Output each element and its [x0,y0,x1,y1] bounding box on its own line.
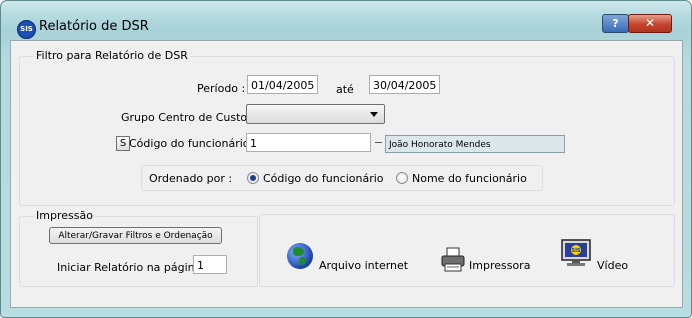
iniciar-pagina-label: Iniciar Relatório na página: [57,261,206,274]
codigo-funcionario-label: Código do funcionário : [129,137,257,150]
output-group [259,214,675,287]
monitor-icon[interactable]: SIS [561,239,591,267]
periodo-label: Período : [197,82,246,95]
order-by-code-radio[interactable] [247,172,259,184]
order-by-code-label[interactable]: Código do funcionário [263,172,384,185]
grupo-centro-custo-label: Grupo Centro de Custo : [121,111,255,124]
impressao-group-title: Impressão [34,209,95,222]
employee-name-display: João Honorato Mendes [385,135,565,153]
arquivo-internet-label[interactable]: Arquivo internet [319,259,408,272]
printer-icon[interactable] [440,247,466,273]
alterar-gravar-button[interactable]: Alterar/Gravar Filtros e Ordenação [49,227,222,244]
order-by-name-label[interactable]: Nome do funcionário [412,172,527,185]
order-by-name-radio[interactable] [396,172,408,184]
grupo-centro-custo-select[interactable] [246,104,385,124]
window-title: Relatório de DSR [39,19,149,34]
periodo-start-input[interactable]: 01/04/2005 [247,75,318,94]
ate-label: até [336,83,354,96]
svg-text:SIS: SIS [571,248,580,254]
globe-icon[interactable] [287,243,313,269]
video-label[interactable]: Vídeo [597,259,628,272]
report-window: SIS Relatório de DSR ? ✕ Filtro para Rel… [0,0,692,318]
impressora-label[interactable]: Impressora [469,259,530,272]
ordenado-por-label: Ordenado por : [149,172,233,185]
filter-group-title: Filtro para Relatório de DSR [34,49,190,62]
codigo-funcionario-input[interactable]: 1 [246,133,371,152]
dialog-body: Filtro para Relatório de DSR Período : 0… [10,40,683,308]
title-bar[interactable]: SIS Relatório de DSR ? ✕ [1,1,691,39]
periodo-end-input[interactable]: 30/04/2005 [369,75,440,94]
help-button[interactable]: ? [602,14,629,33]
link-mark-icon [375,142,382,150]
chevron-down-icon [370,112,378,117]
close-button[interactable]: ✕ [628,14,672,33]
iniciar-pagina-input[interactable]: 1 [193,255,227,274]
app-logo-icon: SIS [17,20,36,39]
search-employee-button[interactable]: S [116,136,130,151]
